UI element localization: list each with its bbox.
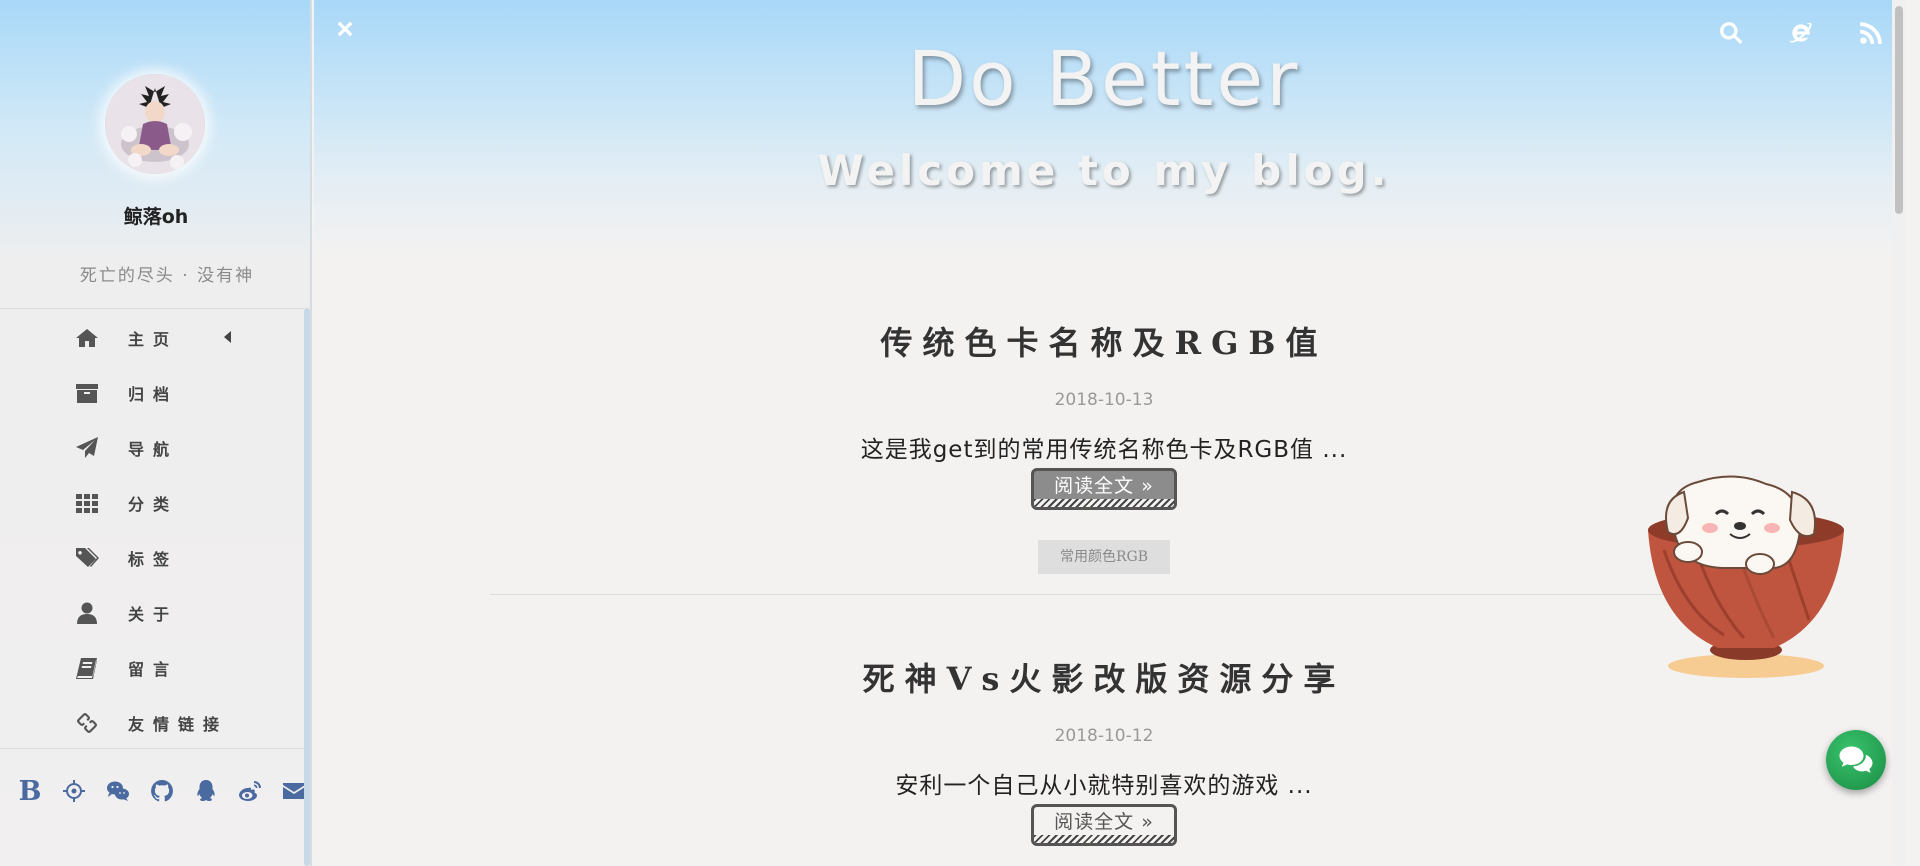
avatar[interactable] bbox=[105, 74, 205, 174]
read-more-button[interactable]: 阅读全文 » bbox=[1031, 468, 1177, 510]
paper-plane-icon bbox=[74, 435, 100, 461]
post-divider bbox=[490, 594, 1728, 595]
archive-icon bbox=[74, 380, 100, 406]
sidebar-scrollbar[interactable] bbox=[304, 308, 310, 866]
sidebar-item-navigation[interactable]: 导航 bbox=[0, 420, 304, 475]
sidebar-item-home[interactable]: 主页 bbox=[0, 310, 304, 365]
social-links: B bbox=[8, 774, 316, 808]
blog-b-label: B bbox=[18, 775, 42, 807]
chat-bubbles-icon bbox=[1839, 746, 1873, 773]
tags-icon bbox=[74, 545, 100, 571]
sidebar-item-tags[interactable]: 标签 bbox=[0, 530, 304, 585]
sidebar-item-label: 导航 bbox=[128, 439, 179, 459]
post-tag[interactable]: 常用颜色RGB bbox=[1037, 540, 1170, 574]
sidebar-item-label: 分类 bbox=[128, 494, 179, 514]
home-icon bbox=[74, 325, 100, 351]
qq-icon[interactable] bbox=[184, 774, 228, 808]
post-title[interactable]: 传统色卡名称及RGB值 bbox=[314, 318, 1894, 364]
sidebar-nav: 主页 归档 导航 分类 标签 关于 留言 友情链接 bbox=[0, 310, 304, 750]
post-date: 2018-10-13 bbox=[1054, 390, 1154, 410]
sidebar-item-categories[interactable]: 分类 bbox=[0, 475, 304, 530]
sidebar-item-guestbook[interactable]: 留言 bbox=[0, 640, 304, 695]
page-scrollbar[interactable] bbox=[1892, 0, 1906, 866]
post-excerpt: 安利一个自己从小就特别喜欢的游戏 ... bbox=[895, 773, 1313, 799]
sidebar-item-about[interactable]: 关于 bbox=[0, 585, 304, 640]
motto: 死亡的尽头 · 没有神 bbox=[79, 266, 255, 286]
sidebar-item-archive[interactable]: 归档 bbox=[0, 365, 304, 420]
scrollbar-thumb[interactable] bbox=[1895, 6, 1903, 214]
crosshair-icon[interactable] bbox=[52, 774, 96, 808]
user-icon bbox=[74, 600, 100, 626]
grid-icon bbox=[74, 490, 100, 516]
site-subtitle: Welcome to my blog. bbox=[817, 146, 1391, 195]
sidebar-item-label: 归档 bbox=[128, 384, 179, 404]
username: 鲸落oh bbox=[123, 206, 189, 228]
sidebar-item-friend-links[interactable]: 友情链接 bbox=[0, 695, 304, 750]
post-excerpt: 这是我get到的常用传统名称色卡及RGB值 ... bbox=[860, 437, 1348, 463]
caret-left-icon bbox=[224, 331, 231, 343]
sidebar-item-label: 主页 bbox=[128, 329, 179, 349]
post-date: 2018-10-12 bbox=[1054, 726, 1154, 746]
link-icon bbox=[74, 710, 100, 736]
sidebar-item-label: 友情链接 bbox=[128, 714, 229, 734]
divider bbox=[0, 748, 304, 749]
divider bbox=[0, 308, 304, 309]
weibo-icon[interactable] bbox=[228, 774, 272, 808]
puppy-bowl-mascot[interactable] bbox=[1624, 470, 1864, 690]
main-content: Do Better Welcome to my blog. 传统色卡名称及RGB… bbox=[314, 0, 1906, 866]
chat-button[interactable] bbox=[1826, 730, 1886, 790]
book-icon bbox=[74, 655, 100, 681]
sidebar-item-label: 标签 bbox=[128, 549, 179, 569]
site-title[interactable]: Do Better bbox=[314, 34, 1894, 123]
wechat-icon[interactable] bbox=[96, 774, 140, 808]
sidebar: 鲸落oh 死亡的尽头 · 没有神 主页 归档 导航 分类 标签 关于 留言 友情… bbox=[0, 0, 312, 866]
sidebar-item-label: 留言 bbox=[128, 659, 179, 679]
blog-b-icon[interactable]: B bbox=[8, 774, 52, 808]
sidebar-item-label: 关于 bbox=[128, 604, 179, 624]
github-icon[interactable] bbox=[140, 774, 184, 808]
read-more-button[interactable]: 阅读全文 » bbox=[1031, 804, 1177, 846]
